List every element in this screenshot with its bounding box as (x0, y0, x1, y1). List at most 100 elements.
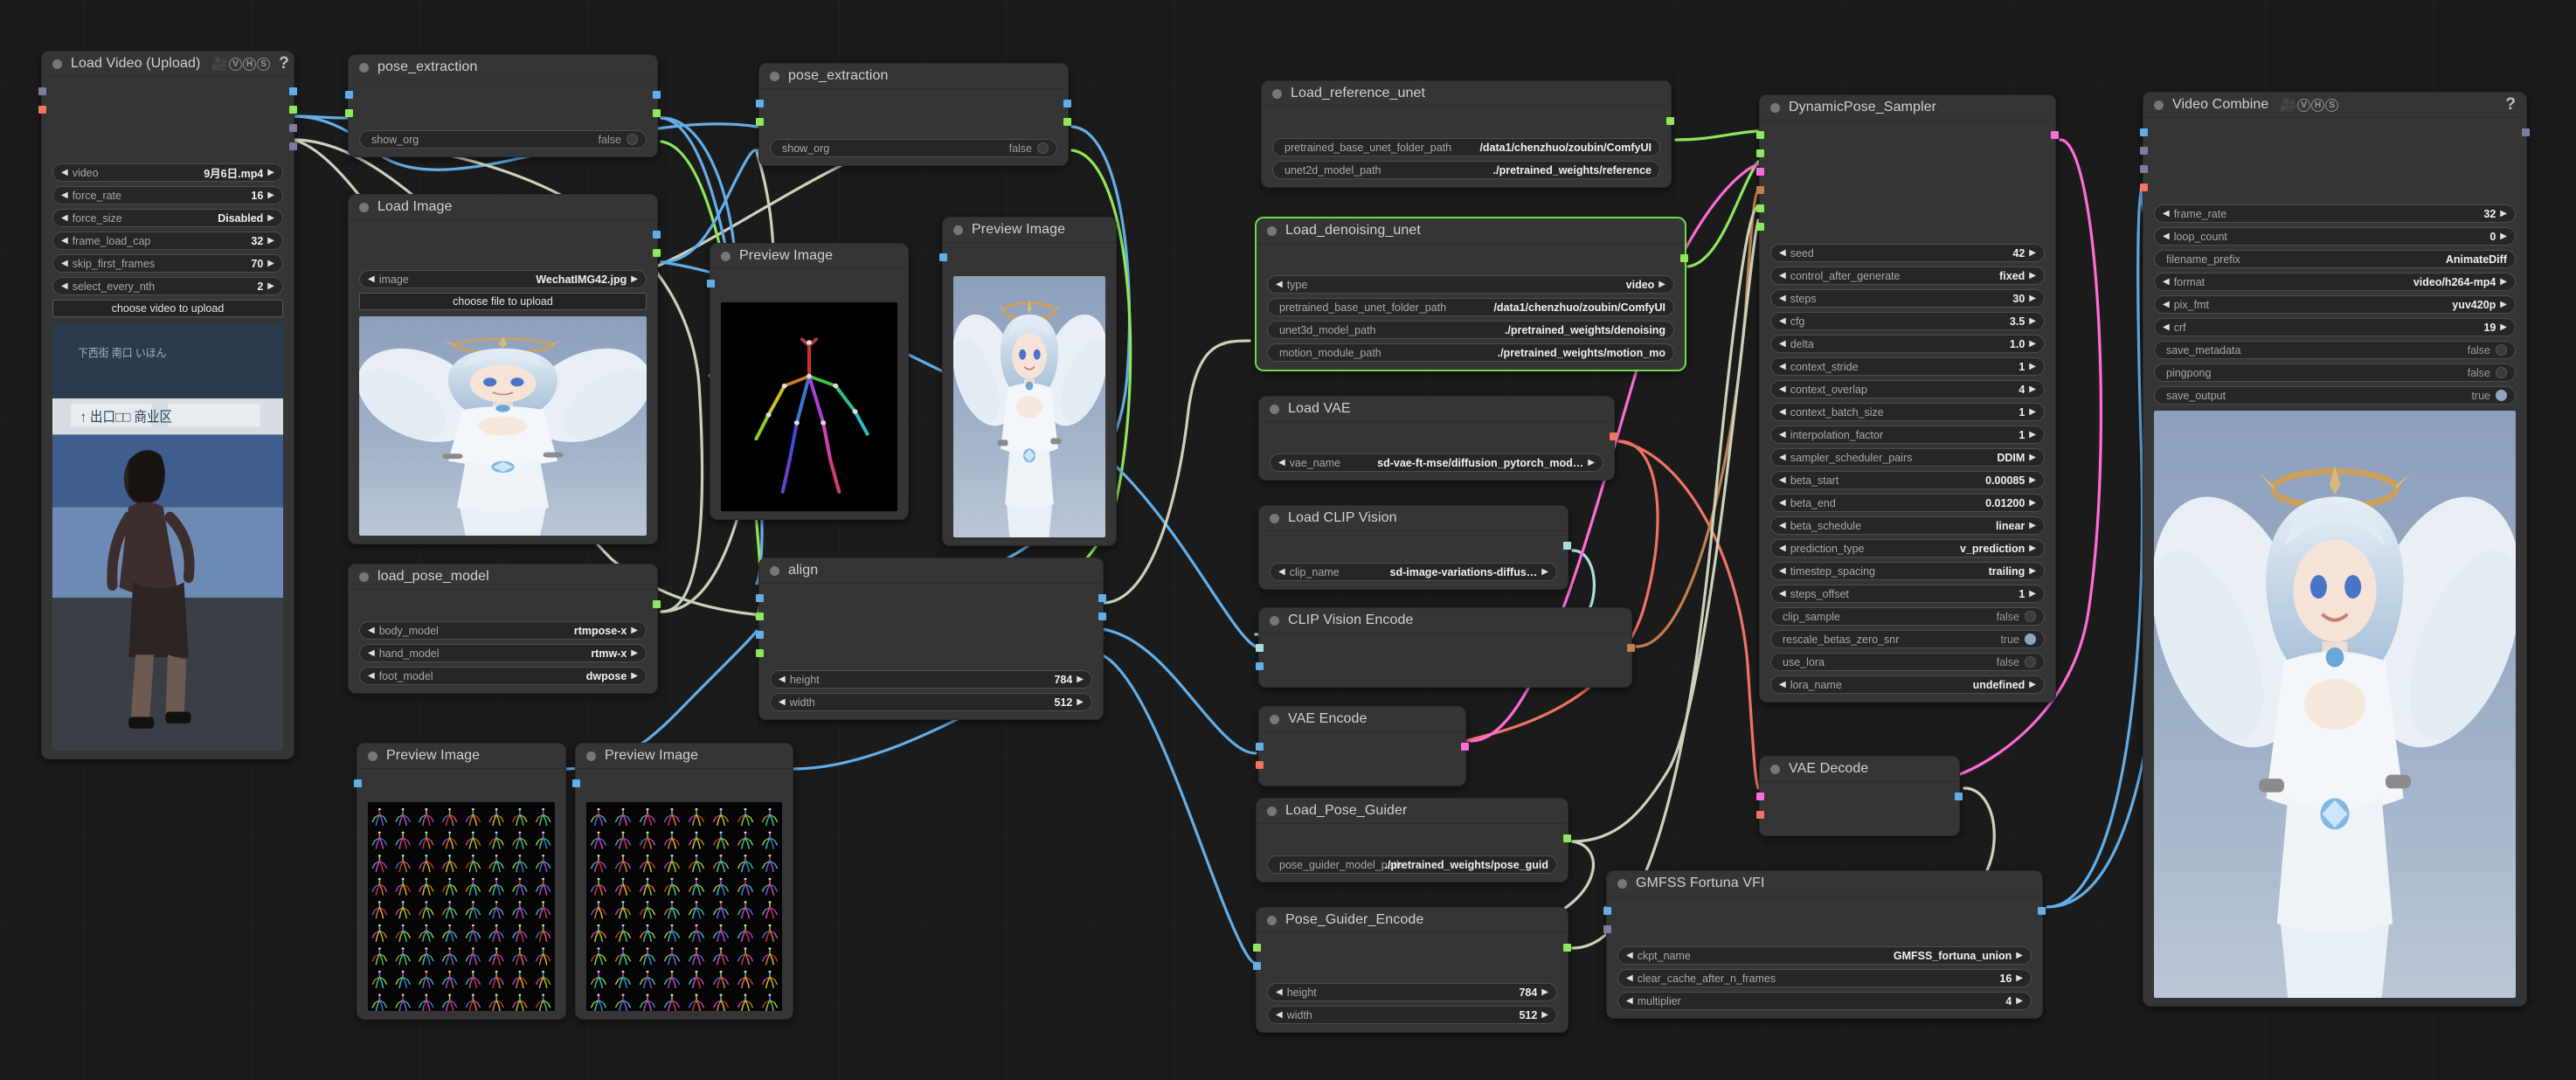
input-port-optional_interpolation_states[interactable] (1603, 925, 1611, 933)
widget-frame_rate[interactable]: ◀frame_rate32▶ (2154, 204, 2516, 223)
input-port-denoising_unet[interactable] (1756, 149, 1764, 157)
input-port-clip_vision_output[interactable] (1756, 186, 1764, 194)
caret-right-icon[interactable]: ▶ (1588, 459, 1595, 467)
caret-left-icon[interactable]: ◀ (2163, 278, 2170, 287)
caret-right-icon[interactable]: ▶ (2029, 431, 2036, 440)
caret-left-icon[interactable]: ◀ (368, 627, 375, 635)
toggle-switch[interactable] (1037, 142, 1049, 154)
output-port-POSE_GUIDER[interactable] (1563, 834, 1571, 842)
node-load-video-upload[interactable]: Load Video (Upload)🎥VHS?◀video9月6日.mp4▶◀… (41, 51, 294, 759)
caret-left-icon[interactable]: ◀ (61, 260, 68, 268)
caret-left-icon[interactable]: ◀ (1779, 431, 1786, 440)
caret-left-icon[interactable]: ◀ (368, 275, 375, 284)
node-align[interactable]: align◀height784▶◀width512▶ (758, 557, 1104, 720)
caret-right-icon[interactable]: ▶ (2029, 681, 2036, 689)
toggle-switch[interactable] (627, 134, 638, 145)
caret-left-icon[interactable]: ◀ (1779, 385, 1786, 394)
node-titlebar[interactable]: Preview Image (710, 244, 908, 269)
caret-left-icon[interactable]: ◀ (1779, 408, 1786, 417)
widget-ckpt_name[interactable]: ◀ckpt_nameGMFSS_fortuna_union▶ (1617, 946, 2032, 965)
caret-left-icon[interactable]: ◀ (2163, 210, 2170, 218)
widget-clip_name[interactable]: ◀clip_namesd-image-variations-diffus…▶ (1270, 563, 1557, 581)
caret-left-icon[interactable]: ◀ (1276, 1011, 1283, 1020)
collapse-toggle-icon[interactable] (1617, 879, 1627, 889)
caret-right-icon[interactable]: ▶ (1658, 280, 1665, 289)
node-video-combine[interactable]: Video Combine🎥VHS?◀frame_rate32▶◀loop_co… (2143, 92, 2527, 1007)
widget-multiplier[interactable]: ◀multiplier4▶ (1617, 992, 2032, 1010)
widget-loop_count[interactable]: ◀loop_count0▶ (2154, 227, 2516, 246)
widget-rescale_betas_zero_snr[interactable]: rescale_betas_zero_snrtrue (1770, 630, 2045, 648)
node-load-clip-vision[interactable]: Load CLIP Vision◀clip_namesd-image-varia… (1258, 505, 1568, 590)
caret-right-icon[interactable]: ▶ (1541, 1011, 1548, 1020)
node-titlebar[interactable]: Load Video (Upload)🎥VHS? (42, 52, 294, 77)
toggle-switch[interactable] (2496, 367, 2507, 378)
output-port-VAE[interactable] (1610, 433, 1617, 440)
caret-right-icon[interactable]: ▶ (2016, 974, 2023, 983)
input-port-images[interactable] (354, 779, 362, 787)
caret-left-icon[interactable]: ◀ (1276, 280, 1283, 289)
widget-pretrained_base_unet_folder_path[interactable]: pretrained_base_unet_folder_path/data1/c… (1272, 138, 1660, 156)
input-port-pose[interactable] (756, 613, 764, 620)
caret-left-icon[interactable]: ◀ (1779, 272, 1786, 280)
workflow-canvas[interactable]: Load Video (Upload)🎥VHS?◀video9月6日.mp4▶◀… (0, 0, 2576, 1080)
output-port-POSE[interactable] (1063, 118, 1071, 126)
caret-left-icon[interactable]: ◀ (1779, 544, 1786, 553)
node-titlebar[interactable]: CLIP Vision Encode (1259, 608, 1631, 633)
widget-crf[interactable]: ◀crf19▶ (2154, 318, 2516, 336)
widget-use_lora[interactable]: use_lorafalse (1770, 653, 2045, 671)
node-gmfss-fortuna-vfi[interactable]: GMFSS Fortuna VFI◀ckpt_nameGMFSS_fortuna… (1606, 870, 2043, 1019)
caret-right-icon[interactable]: ▶ (267, 282, 274, 291)
caret-left-icon[interactable]: ◀ (368, 672, 375, 681)
node-titlebar[interactable]: VAE Encode (1259, 707, 1465, 732)
caret-right-icon[interactable]: ▶ (2029, 453, 2036, 462)
node-titlebar[interactable]: DynamicPose_Sampler (1760, 95, 2055, 121)
node-load-vae[interactable]: Load VAE◀vae_namesd-vae-ft-mse/diffusion… (1258, 396, 1615, 481)
caret-right-icon[interactable]: ▶ (2029, 317, 2036, 326)
widget-filename_prefix[interactable]: filename_prefixAnimateDiff (2154, 250, 2516, 268)
widget-format[interactable]: ◀formatvideo/h264-mp4▶ (2154, 273, 2516, 291)
caret-left-icon[interactable]: ◀ (368, 649, 375, 658)
input-port-vae[interactable] (38, 106, 46, 114)
node-titlebar[interactable]: align (759, 558, 1103, 584)
widget-body_model[interactable]: ◀body_modelrtmpose-x▶ (359, 621, 647, 640)
node-load-reference-unet[interactable]: Load_reference_unetpretrained_base_unet_… (1261, 80, 1672, 188)
caret-left-icon[interactable]: ◀ (1779, 294, 1786, 303)
widget-beta_start[interactable]: ◀beta_start0.00085▶ (1770, 471, 2045, 489)
caret-right-icon[interactable]: ▶ (1541, 568, 1548, 577)
input-port-samples[interactable] (1756, 793, 1764, 800)
caret-left-icon[interactable]: ◀ (1779, 567, 1786, 576)
collapse-toggle-icon[interactable] (368, 751, 377, 761)
widget-pingpong[interactable]: pingpongfalse (2154, 363, 2516, 382)
output-port-Filenames[interactable] (2522, 128, 2530, 136)
caret-right-icon[interactable]: ▶ (631, 627, 638, 635)
caret-right-icon[interactable]: ▶ (267, 169, 274, 177)
caret-left-icon[interactable]: ◀ (1779, 522, 1786, 530)
input-port-meta_batch[interactable] (38, 87, 46, 95)
collapse-toggle-icon[interactable] (1267, 807, 1277, 816)
widget-clip_sample[interactable]: clip_samplefalse (1770, 607, 2045, 626)
collapse-toggle-icon[interactable] (1770, 103, 1780, 113)
node-titlebar[interactable]: Load Image (349, 195, 657, 220)
caret-right-icon[interactable]: ▶ (2500, 210, 2507, 218)
caret-right-icon[interactable]: ▶ (2500, 323, 2507, 332)
help-icon[interactable]: ? (279, 54, 289, 73)
input-port-image[interactable] (756, 100, 764, 107)
node-preview-image-pose[interactable]: Preview Image (710, 243, 909, 520)
widget-force_size[interactable]: ◀force_sizeDisabled▶ (52, 209, 283, 227)
node-preview-image-grid-1[interactable]: Preview Image (357, 743, 566, 1020)
widget-button-choose-video-to-upload[interactable]: choose video to upload (52, 300, 283, 317)
caret-left-icon[interactable]: ◀ (1779, 363, 1786, 371)
node-preview-image-angel[interactable]: Preview Image (942, 217, 1117, 546)
input-port-audio[interactable] (2140, 147, 2148, 155)
node-preview-image-grid-2[interactable]: Preview Image (575, 743, 793, 1020)
caret-left-icon[interactable]: ◀ (61, 191, 68, 200)
caret-right-icon[interactable]: ▶ (1077, 675, 1084, 684)
collapse-toggle-icon[interactable] (721, 252, 731, 261)
widget-context_stride[interactable]: ◀context_stride1▶ (1770, 357, 2045, 376)
input-port-pose_guider[interactable] (1253, 944, 1261, 952)
collapse-toggle-icon[interactable] (359, 203, 369, 212)
widget-delta[interactable]: ◀delta1.0▶ (1770, 335, 2045, 353)
toggle-switch[interactable] (2025, 656, 2036, 668)
input-port-vae[interactable] (2140, 183, 2148, 191)
node-titlebar[interactable]: VAE Decode (1760, 757, 1959, 782)
